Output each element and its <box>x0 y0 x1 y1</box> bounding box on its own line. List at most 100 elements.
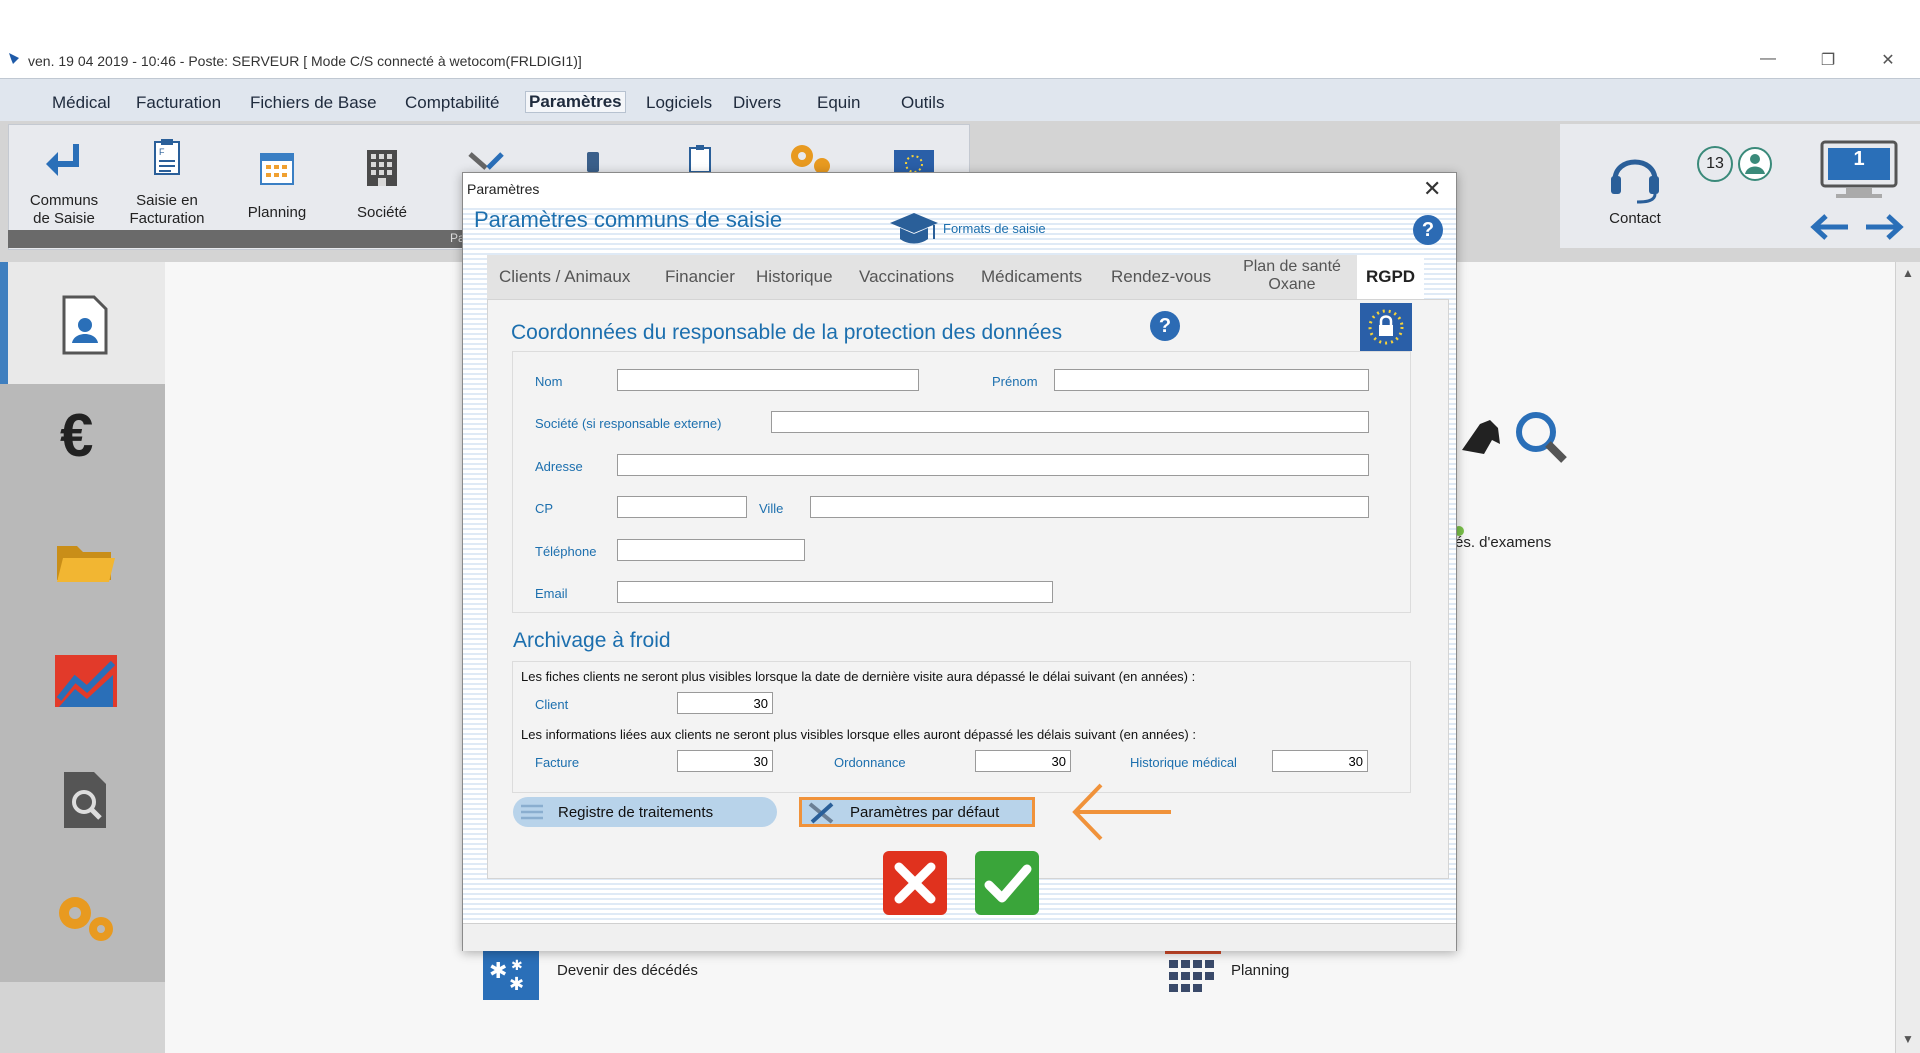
client-years-input[interactable] <box>677 692 773 714</box>
tab-plan-de-sante-line1: Plan de santé <box>1243 258 1341 275</box>
menu-fichiers-de-base[interactable]: Fichiers de Base <box>250 93 377 113</box>
email-label: Email <box>535 586 568 601</box>
adresse-label: Adresse <box>535 459 583 474</box>
contact-button[interactable]: Contact <box>1590 146 1680 228</box>
checklist-icon[interactable] <box>685 145 715 172</box>
arrow-left-icon[interactable] <box>1808 212 1852 242</box>
archivage-info-sentence: Les informations liées aux clients ne se… <box>521 727 1196 742</box>
tab-plan-de-sante[interactable]: Plan de santé Oxane <box>1229 258 1355 294</box>
tab-plan-de-sante-line2: Oxane <box>1268 276 1316 293</box>
svg-text:✱: ✱ <box>511 958 523 974</box>
scroll-up-icon[interactable]: ▲ <box>1902 266 1914 280</box>
sidebar-client-icon[interactable] <box>60 295 110 355</box>
menu-parametres[interactable]: Paramètres <box>525 91 626 113</box>
arrow-right-icon[interactable] <box>1862 212 1906 242</box>
registre-traitements-button[interactable]: Registre de traitements <box>513 797 777 827</box>
menu-outils[interactable]: Outils <box>901 93 944 113</box>
dialog-close-icon[interactable]: ✕ <box>1423 176 1441 202</box>
graduation-cap-icon[interactable] <box>888 209 940 249</box>
dialog-heading: Paramètres communs de saisie <box>474 207 783 232</box>
window-title: ven. 19 04 2019 - 10:46 - Poste: SERVEUR… <box>28 53 582 69</box>
prenom-input[interactable] <box>1054 369 1369 391</box>
dialog-help-icon[interactable]: ? <box>1413 215 1443 245</box>
societe-input[interactable] <box>771 411 1369 433</box>
cross-icon <box>894 862 936 904</box>
sidebar-settings-icon[interactable] <box>53 893 119 945</box>
scroll-down-icon[interactable]: ▼ <box>1902 1032 1914 1046</box>
tools-icon[interactable] <box>466 150 506 172</box>
sidebar-folder-icon[interactable] <box>55 540 117 584</box>
toolbar-saisie-facturation[interactable]: F Saisie en Facturation <box>122 138 212 228</box>
rgpd-lock-icon[interactable] <box>894 150 934 172</box>
invoice-icon: F <box>154 139 180 175</box>
planning-grid-icon[interactable] <box>1165 950 1221 1000</box>
tab-clients-animaux[interactable]: Clients / Animaux <box>499 267 630 287</box>
svg-text:F: F <box>159 147 165 157</box>
svg-text:✱: ✱ <box>489 959 507 984</box>
tab-vaccinations[interactable]: Vaccinations <box>859 267 954 287</box>
contact-label: Contact <box>1609 210 1661 227</box>
toolbar-communs-label-2: de Saisie <box>33 210 95 227</box>
examens-label[interactable]: és. d'examens <box>1455 534 1551 551</box>
tab-historique[interactable]: Historique <box>756 267 833 287</box>
toolbar-planning-label: Planning <box>247 204 307 221</box>
sidebar-search-doc-icon[interactable] <box>60 770 110 830</box>
menu-facturation[interactable]: Facturation <box>136 93 221 113</box>
facture-years-input[interactable] <box>677 750 773 772</box>
dialog-title-bar <box>463 173 1456 205</box>
sidebar-euro-icon[interactable]: € <box>60 406 93 466</box>
rgpd-help-icon[interactable]: ? <box>1150 311 1180 341</box>
notification-count-badge[interactable]: 13 <box>1697 146 1733 182</box>
menu-medical[interactable]: Médical <box>52 93 111 113</box>
defaut-button-label: Paramètres par défaut <box>850 804 1000 821</box>
toolbar-planning[interactable]: Planning <box>232 148 322 222</box>
restore-icon[interactable]: ❐ <box>1818 50 1838 70</box>
monitor-screen-button[interactable]: 1 <box>1820 140 1898 198</box>
toolbar-societe-label: Société <box>356 204 408 221</box>
horse-search-icon[interactable] <box>1460 410 1570 470</box>
cp-label: CP <box>535 501 554 516</box>
toolbar-communs-de-saisie[interactable]: Communs de Saisie <box>20 138 108 228</box>
parametres-par-defaut-button[interactable]: Paramètres par défaut <box>799 797 1035 827</box>
tab-medicaments[interactable]: Médicaments <box>981 267 1082 287</box>
historique-medical-label: Historique médical <box>1130 755 1237 770</box>
snowflake-icon[interactable]: ✱ ✱ ✱ <box>483 950 539 1000</box>
ordonnance-label: Ordonnance <box>834 755 906 770</box>
nom-input[interactable] <box>617 369 919 391</box>
client-label: Client <box>535 697 569 712</box>
sidebar-chart-icon[interactable] <box>55 655 117 707</box>
prenom-label: Prénom <box>992 374 1038 389</box>
ok-button[interactable] <box>975 851 1039 915</box>
menu-comptabilite[interactable]: Comptabilité <box>405 93 500 113</box>
tab-rendez-vous[interactable]: Rendez-vous <box>1111 267 1211 287</box>
telephone-input[interactable] <box>617 539 805 561</box>
pointer-arrow-icon <box>1072 783 1171 841</box>
close-window-icon[interactable]: ✕ <box>1878 50 1898 70</box>
user-group-icon[interactable] <box>1737 146 1773 182</box>
planning-label[interactable]: Planning <box>1231 962 1289 979</box>
devenir-decedes-label[interactable]: Devenir des décédés <box>557 962 698 979</box>
formats-de-saisie-link[interactable]: Formats de saisie <box>943 221 1046 236</box>
toolbar-societe[interactable]: Société <box>337 148 427 222</box>
wrench-screwdriver-icon <box>808 802 834 824</box>
archivage-client-sentence: Les fiches clients ne seront plus visibl… <box>521 669 1196 684</box>
svg-text:✱: ✱ <box>509 974 524 995</box>
adresse-input[interactable] <box>617 454 1369 476</box>
gears-icon[interactable] <box>786 140 836 172</box>
menu-divers[interactable]: Divers <box>733 93 781 113</box>
minimize-icon[interactable]: — <box>1758 50 1778 68</box>
main-scrollbar[interactable]: ▲ ▼ <box>1895 262 1920 1053</box>
cancel-button[interactable] <box>883 851 947 915</box>
ville-input[interactable] <box>810 496 1369 518</box>
menu-logiciels[interactable]: Logiciels <box>646 93 712 113</box>
cp-input[interactable] <box>617 496 747 518</box>
tab-financier[interactable]: Financier <box>665 267 735 287</box>
societe-label: Société (si responsable externe) <box>535 416 722 431</box>
email-input[interactable] <box>617 581 1053 603</box>
ordonnance-years-input[interactable] <box>975 750 1071 772</box>
historique-years-input[interactable] <box>1272 750 1368 772</box>
tab-rgpd[interactable]: RGPD <box>1357 255 1424 299</box>
sidebar-selection-marker <box>0 262 8 384</box>
phone-icon[interactable] <box>582 150 604 172</box>
menu-equin[interactable]: Equin <box>817 93 860 113</box>
